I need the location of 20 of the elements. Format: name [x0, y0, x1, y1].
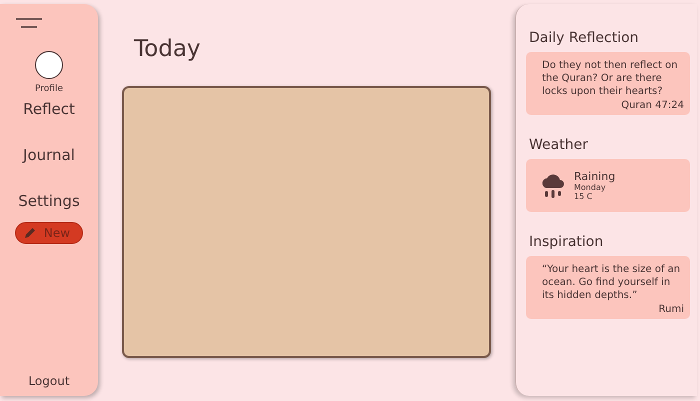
page-title: Today [134, 36, 202, 62]
nav-link[interactable]: Reflect [23, 100, 75, 118]
weather-condition: Raining [574, 170, 616, 183]
logout-link[interactable]: Logout [28, 374, 70, 388]
quote-source: Quran 47:24 [621, 100, 684, 111]
pencil-icon [24, 227, 36, 239]
nav-link[interactable]: Settings [18, 192, 80, 210]
nav-link[interactable]: Journal [23, 146, 75, 164]
quote-source: Rumi [658, 304, 684, 315]
section-heading: Weather [529, 137, 589, 153]
weather-day: Monday [574, 183, 616, 192]
quote-text: Do they not then reflect on the Quran? Or are there locks upon their hearts? [542, 59, 679, 98]
quote-text: “Your heart is the size of an ocean. Go find yourself in its hidden depths.” [542, 263, 682, 302]
weather-temperature: 15 C [574, 192, 594, 201]
rain-cloud-icon [540, 172, 566, 198]
section-heading: Inspiration [529, 234, 604, 250]
section-heading: Daily Reflection [529, 30, 640, 46]
profile-avatar[interactable] [35, 51, 63, 79]
menu-icon[interactable] [16, 18, 42, 29]
profile-label: Profile [35, 84, 63, 94]
